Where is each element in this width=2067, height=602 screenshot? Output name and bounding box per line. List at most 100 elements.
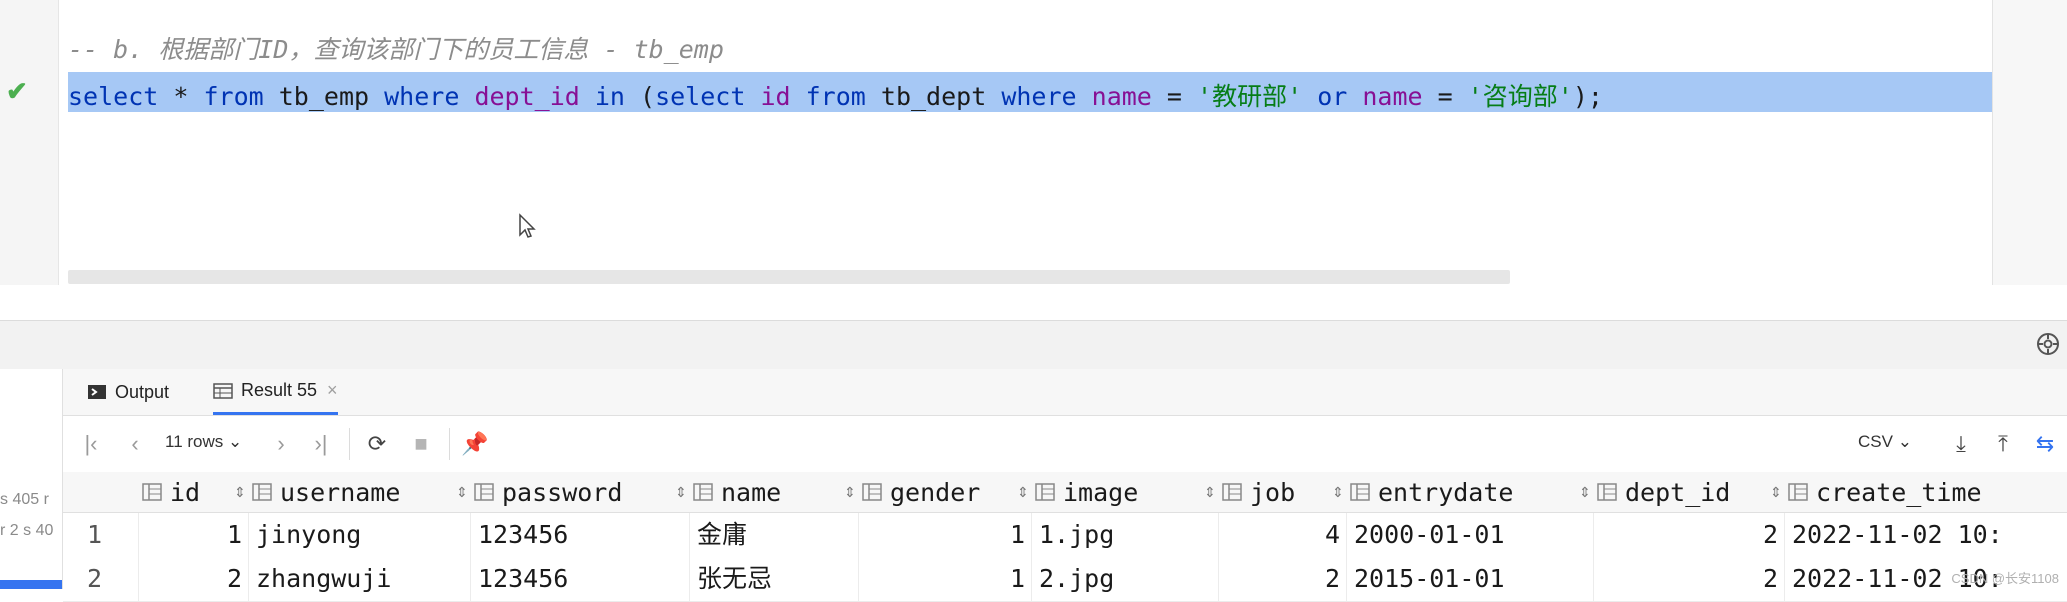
column-header-name[interactable]: name ⇕ bbox=[693, 472, 860, 512]
mouse-cursor-icon bbox=[519, 213, 536, 238]
cell-divider bbox=[1346, 557, 1347, 601]
rows-count-label: 11 rows bbox=[165, 432, 224, 451]
rows-count-selector[interactable]: 11 rows ⌄ bbox=[165, 432, 242, 452]
tab-result-55[interactable]: Result 55 × bbox=[213, 369, 338, 415]
cell-divider bbox=[138, 513, 139, 557]
upload-icon[interactable]: ⤒ bbox=[1989, 430, 2017, 458]
pin-icon[interactable]: 📌 bbox=[461, 430, 489, 458]
panel-splitter[interactable] bbox=[0, 320, 2067, 370]
column-header-id[interactable]: id ⇕ bbox=[142, 472, 250, 512]
sort-icon[interactable]: ⇕ bbox=[1017, 484, 1029, 501]
column-header-username[interactable]: username ⇕ bbox=[252, 472, 472, 512]
sort-icon[interactable]: ⇕ bbox=[456, 484, 468, 501]
cell-divider bbox=[1784, 513, 1785, 557]
watermark: CSDN @长安1108 bbox=[1951, 571, 2059, 586]
sort-icon[interactable]: ⇕ bbox=[234, 484, 246, 501]
cell-id[interactable]: 1 bbox=[142, 513, 242, 557]
cell-password[interactable]: 123456 bbox=[478, 557, 687, 601]
export-format-selector[interactable]: CSV ⌄ bbox=[1858, 432, 1912, 452]
settings-gear-icon[interactable] bbox=[2035, 331, 2061, 357]
cell-divider bbox=[1031, 513, 1032, 557]
cell-username[interactable]: zhangwuji bbox=[256, 557, 468, 601]
sql-token: name bbox=[1362, 82, 1423, 111]
sql-token: dept_id bbox=[474, 82, 580, 111]
column-icon bbox=[1597, 483, 1617, 501]
column-header-label: gender bbox=[890, 477, 981, 507]
sql-token: = bbox=[1422, 82, 1468, 111]
download-icon[interactable]: ⤓ bbox=[1947, 430, 1975, 458]
cell-job[interactable]: 2 bbox=[1222, 557, 1340, 601]
cell-divider bbox=[1346, 513, 1347, 557]
sort-icon[interactable]: ⇕ bbox=[1579, 484, 1591, 501]
table-row[interactable]: 1 1 jinyong 123456 金庸 1 1.jpg 4 2000-01-01 2 2022-… bbox=[63, 513, 2067, 558]
sql-token: tb_dept bbox=[865, 82, 1002, 111]
sql-token: '咨询部' bbox=[1467, 82, 1573, 111]
column-icon bbox=[1350, 483, 1370, 501]
cell-username[interactable]: jinyong bbox=[256, 513, 468, 557]
close-tab-icon[interactable]: × bbox=[327, 380, 338, 401]
cell-divider bbox=[858, 557, 859, 601]
column-header-job[interactable]: job ⇕ bbox=[1222, 472, 1348, 512]
column-icon bbox=[142, 483, 162, 501]
cell-name[interactable]: 张无忌 bbox=[697, 557, 856, 601]
last-page-icon[interactable]: ›| bbox=[307, 430, 335, 458]
column-header-gender[interactable]: gender ⇕ bbox=[862, 472, 1033, 512]
table-icon bbox=[213, 382, 233, 399]
refresh-icon[interactable]: ⟳ bbox=[363, 430, 391, 458]
column-header-dept-id[interactable]: dept_id ⇕ bbox=[1597, 472, 1786, 512]
sql-editor[interactable]: -- b. 根据部门ID，查询该部门下的员工信息 - tb_emp ✔ sele… bbox=[0, 0, 2067, 285]
execution-success-check-icon: ✔ bbox=[6, 76, 28, 106]
cell-name[interactable]: 金庸 bbox=[697, 513, 856, 557]
previous-page-icon[interactable]: ‹ bbox=[121, 430, 149, 458]
sql-token: from bbox=[805, 82, 866, 111]
cell-id[interactable]: 2 bbox=[142, 557, 242, 601]
cell-divider bbox=[1593, 513, 1594, 557]
sort-icon[interactable]: ⇕ bbox=[1770, 484, 1782, 501]
column-header-entrydate[interactable]: entrydate ⇕ bbox=[1350, 472, 1595, 512]
editor-gutter bbox=[0, 0, 59, 285]
services-line-2: r 2 s 40 bbox=[0, 522, 54, 539]
sort-icon[interactable]: ⇕ bbox=[844, 484, 856, 501]
sql-token: or bbox=[1317, 82, 1348, 111]
sql-token: select bbox=[68, 82, 159, 111]
next-page-icon[interactable]: › bbox=[267, 430, 295, 458]
editor-horizontal-scrollbar[interactable] bbox=[68, 270, 1510, 284]
cell-divider bbox=[689, 557, 690, 601]
cell-create-time[interactable]: 2022-11-02 10:07: bbox=[1792, 513, 2000, 557]
cell-entrydate[interactable]: 2015-01-01 bbox=[1354, 557, 1591, 601]
sql-query[interactable]: select * from tb_emp where dept_id in (s… bbox=[68, 77, 1603, 113]
cell-entrydate[interactable]: 2000-01-01 bbox=[1354, 513, 1591, 557]
chevron-down-icon: ⌄ bbox=[1897, 432, 1912, 451]
sort-icon[interactable]: ⇕ bbox=[1332, 484, 1344, 501]
first-page-icon[interactable]: |‹ bbox=[77, 430, 105, 458]
sort-icon[interactable]: ⇕ bbox=[675, 484, 687, 501]
sql-token: tb_emp bbox=[263, 82, 385, 111]
cell-image[interactable]: 2.jpg bbox=[1039, 557, 1216, 601]
table-row[interactable]: 2 2 zhangwuji 123456 张无忌 1 2.jpg 2 2015-01-01 2 20… bbox=[63, 557, 2067, 602]
column-header-image[interactable]: image ⇕ bbox=[1035, 472, 1220, 512]
column-header-password[interactable]: password ⇕ bbox=[474, 472, 691, 512]
tab-output[interactable]: Output bbox=[87, 369, 169, 415]
column-icon bbox=[693, 483, 713, 501]
stop-icon[interactable]: ■ bbox=[407, 430, 435, 458]
cell-gender[interactable]: 1 bbox=[862, 513, 1025, 557]
sql-comment: -- b. 根据部门ID，查询该部门下的员工信息 - tb_emp bbox=[68, 35, 724, 64]
cell-image[interactable]: 1.jpg bbox=[1039, 513, 1216, 557]
export-format-label: CSV bbox=[1858, 432, 1893, 451]
sort-icon[interactable]: ⇕ bbox=[1204, 484, 1216, 501]
cell-job[interactable]: 4 bbox=[1222, 513, 1340, 557]
cell-gender[interactable]: 1 bbox=[862, 557, 1025, 601]
cell-password[interactable]: 123456 bbox=[478, 513, 687, 557]
column-header-create-time[interactable]: create_time bbox=[1788, 472, 2004, 512]
column-icon bbox=[1788, 483, 1808, 501]
cell-divider bbox=[1218, 513, 1219, 557]
cell-dept-id[interactable]: 2 bbox=[1597, 513, 1778, 557]
sql-token: ( bbox=[624, 82, 656, 111]
cell-dept-id[interactable]: 2 bbox=[1597, 557, 1778, 601]
sql-token: where bbox=[384, 82, 460, 111]
compare-icon[interactable]: ⇆ bbox=[2031, 430, 2059, 458]
